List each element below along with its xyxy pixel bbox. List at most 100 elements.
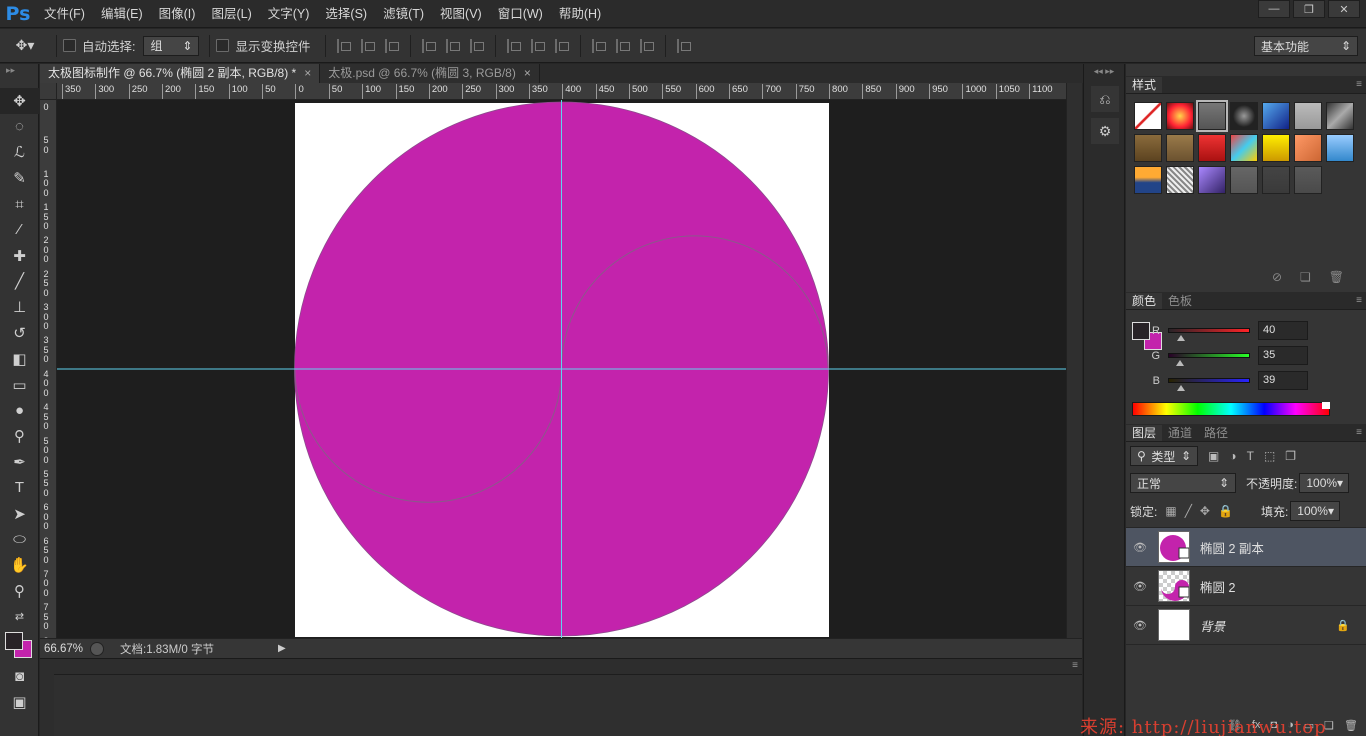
tab-channels[interactable]: 通道 (1162, 425, 1198, 441)
tab-styles[interactable]: 样式 (1126, 77, 1163, 93)
tab-layers[interactable]: 图层 (1126, 425, 1163, 441)
swap-colors-icon[interactable]: ⇄ (0, 604, 39, 630)
white-swatch[interactable] (1322, 402, 1330, 409)
properties-panel-icon[interactable]: ⚙ (1091, 118, 1119, 144)
close-tab-icon[interactable]: × (524, 66, 531, 80)
layer-name[interactable]: 背景 (1200, 616, 1225, 635)
filter-smart-object-icon[interactable]: ❐ (1285, 449, 1296, 463)
distribute-bottom-icon[interactable] (554, 38, 569, 53)
layer-row[interactable]: 👁 背景 🔒 (1126, 606, 1366, 645)
lock-transparent-icon[interactable]: ▦ (1165, 504, 1176, 518)
blend-mode-dropdown[interactable]: 正常 ⇕ (1130, 473, 1236, 493)
style-swatch[interactable] (1198, 166, 1226, 194)
align-hcenter-icon[interactable] (445, 38, 460, 53)
style-swatch[interactable] (1262, 134, 1290, 162)
tab-swatches[interactable]: 色板 (1162, 293, 1198, 309)
style-swatch[interactable] (1230, 134, 1258, 162)
panel-menu-icon[interactable]: ≡ (1356, 79, 1362, 90)
color-spectrum-bar[interactable] (1132, 402, 1330, 416)
align-bottom-icon[interactable] (384, 38, 399, 53)
ellipse-tool-icon[interactable]: ⬭ (0, 527, 39, 553)
menu-filter[interactable]: 滤镜(T) (375, 0, 432, 28)
status-info-icon[interactable] (90, 641, 104, 656)
pen-tool-icon[interactable]: ✒ (0, 449, 39, 475)
status-menu-arrow[interactable]: ▶ (278, 643, 286, 654)
clear-style-icon[interactable]: ⊘ (1272, 270, 1282, 290)
quick-mask-icon[interactable]: ◙ (0, 664, 39, 690)
artboard[interactable] (57, 100, 1066, 638)
slider-thumb[interactable] (1176, 360, 1184, 366)
tab-color[interactable]: 颜色 (1126, 293, 1163, 309)
zoom-level[interactable]: 66.67% (40, 643, 90, 655)
move-tool-preset-icon[interactable]: ✥▾ (0, 37, 50, 54)
align-left-icon[interactable] (421, 38, 436, 53)
lock-pixels-icon[interactable]: ╱ (1185, 504, 1192, 518)
distribute-right-icon[interactable] (639, 38, 654, 53)
slider-thumb[interactable] (1177, 385, 1185, 391)
minimize-button[interactable]: — (1258, 0, 1290, 18)
tab-doc-1[interactable]: 太极图标制作 @ 66.7% (椭圆 2 副本, RGB/8) * × (40, 64, 321, 83)
style-swatch[interactable] (1166, 102, 1194, 130)
layer-filter-dropdown[interactable]: ⚲ 类型 ⇕ (1130, 446, 1198, 466)
style-swatch[interactable] (1166, 134, 1194, 162)
align-vcenter-icon[interactable] (360, 38, 375, 53)
style-swatch[interactable] (1166, 166, 1194, 194)
lasso-tool-icon[interactable]: ℒ (0, 140, 39, 166)
show-transform-checkbox[interactable] (216, 39, 230, 52)
path-select-tool-icon[interactable]: ➤ (0, 501, 39, 527)
vertical-ruler[interactable]: 0 50 100 150 200 250 300 350 400 450 500 550 600 650 7… (40, 100, 57, 638)
slider-track[interactable] (1168, 353, 1250, 366)
type-tool-icon[interactable]: T (0, 475, 39, 501)
style-swatch[interactable] (1294, 166, 1322, 194)
tab-paths[interactable]: 路径 (1198, 425, 1234, 441)
eye-icon[interactable]: 👁 (1126, 619, 1154, 632)
auto-select-dropdown[interactable]: 组 ⇕ (143, 35, 200, 56)
delete-layer-icon[interactable]: 🗑 (1344, 719, 1358, 732)
foreground-color-swatch[interactable] (5, 631, 23, 650)
close-tab-icon[interactable]: × (304, 66, 311, 80)
blur-tool-icon[interactable]: ● (0, 398, 39, 424)
slider-track[interactable] (1168, 378, 1250, 391)
menu-edit[interactable]: 编辑(E) (93, 0, 151, 28)
slider-g[interactable]: G 35 (1144, 343, 1308, 368)
brush-tool-icon[interactable]: ╱ (0, 269, 39, 295)
lock-position-icon[interactable]: ✥ (1200, 504, 1210, 518)
slider-b[interactable]: B 39 (1144, 368, 1308, 393)
menu-view[interactable]: 视图(V) (432, 0, 490, 28)
dock-collapse-icon[interactable]: ◂◂ ▸▸ (1084, 64, 1124, 80)
filter-type-icon[interactable]: T (1247, 449, 1254, 463)
menu-image[interactable]: 图像(I) (151, 0, 204, 28)
auto-select-checkbox[interactable] (63, 39, 76, 52)
style-swatch[interactable] (1134, 102, 1162, 130)
eyedropper-tool-icon[interactable]: ⁄ (0, 217, 39, 243)
channel-value-field[interactable]: 35 (1258, 346, 1308, 365)
align-top-icon[interactable] (336, 38, 351, 53)
eye-icon[interactable]: 👁 (1126, 580, 1154, 593)
layer-name[interactable]: 椭圆 2 (1200, 577, 1235, 596)
new-style-icon[interactable]: ❏ (1300, 270, 1311, 290)
history-panel-icon[interactable]: ⎌ (1091, 86, 1119, 112)
tab-doc-2[interactable]: 太极.psd @ 66.7% (椭圆 3, RGB/8) × (320, 64, 540, 83)
style-swatch[interactable] (1262, 102, 1290, 130)
menu-select[interactable]: 选择(S) (317, 0, 375, 28)
filter-adjustment-icon[interactable]: ◑ (1229, 449, 1236, 463)
lock-all-icon[interactable]: 🔒 (1218, 504, 1233, 518)
canvas-area[interactable] (57, 100, 1066, 638)
menu-type[interactable]: 文字(Y) (260, 0, 318, 28)
style-swatch[interactable] (1230, 102, 1258, 130)
distribute-left-icon[interactable] (591, 38, 606, 53)
panel-menu-icon[interactable]: ≡ (1072, 660, 1078, 671)
distribute-hcenter-icon[interactable] (615, 38, 630, 53)
filter-pixel-icon[interactable]: ▣ (1208, 449, 1219, 463)
crop-tool-icon[interactable]: ⌗ (0, 191, 39, 217)
opacity-field[interactable]: 100% ▾ (1299, 473, 1350, 493)
gradient-tool-icon[interactable]: ▭ (0, 372, 39, 398)
hand-tool-icon[interactable]: ✋ (0, 552, 39, 578)
style-swatch[interactable] (1326, 134, 1354, 162)
menu-window[interactable]: 窗口(W) (490, 0, 551, 28)
screen-mode-icon[interactable]: ▣ (0, 690, 39, 716)
move-tool-icon[interactable]: ✥ (0, 88, 39, 114)
eye-icon[interactable]: 👁 (1126, 541, 1154, 554)
style-swatch[interactable] (1294, 102, 1322, 130)
dodge-tool-icon[interactable]: ⚲ (0, 423, 39, 449)
